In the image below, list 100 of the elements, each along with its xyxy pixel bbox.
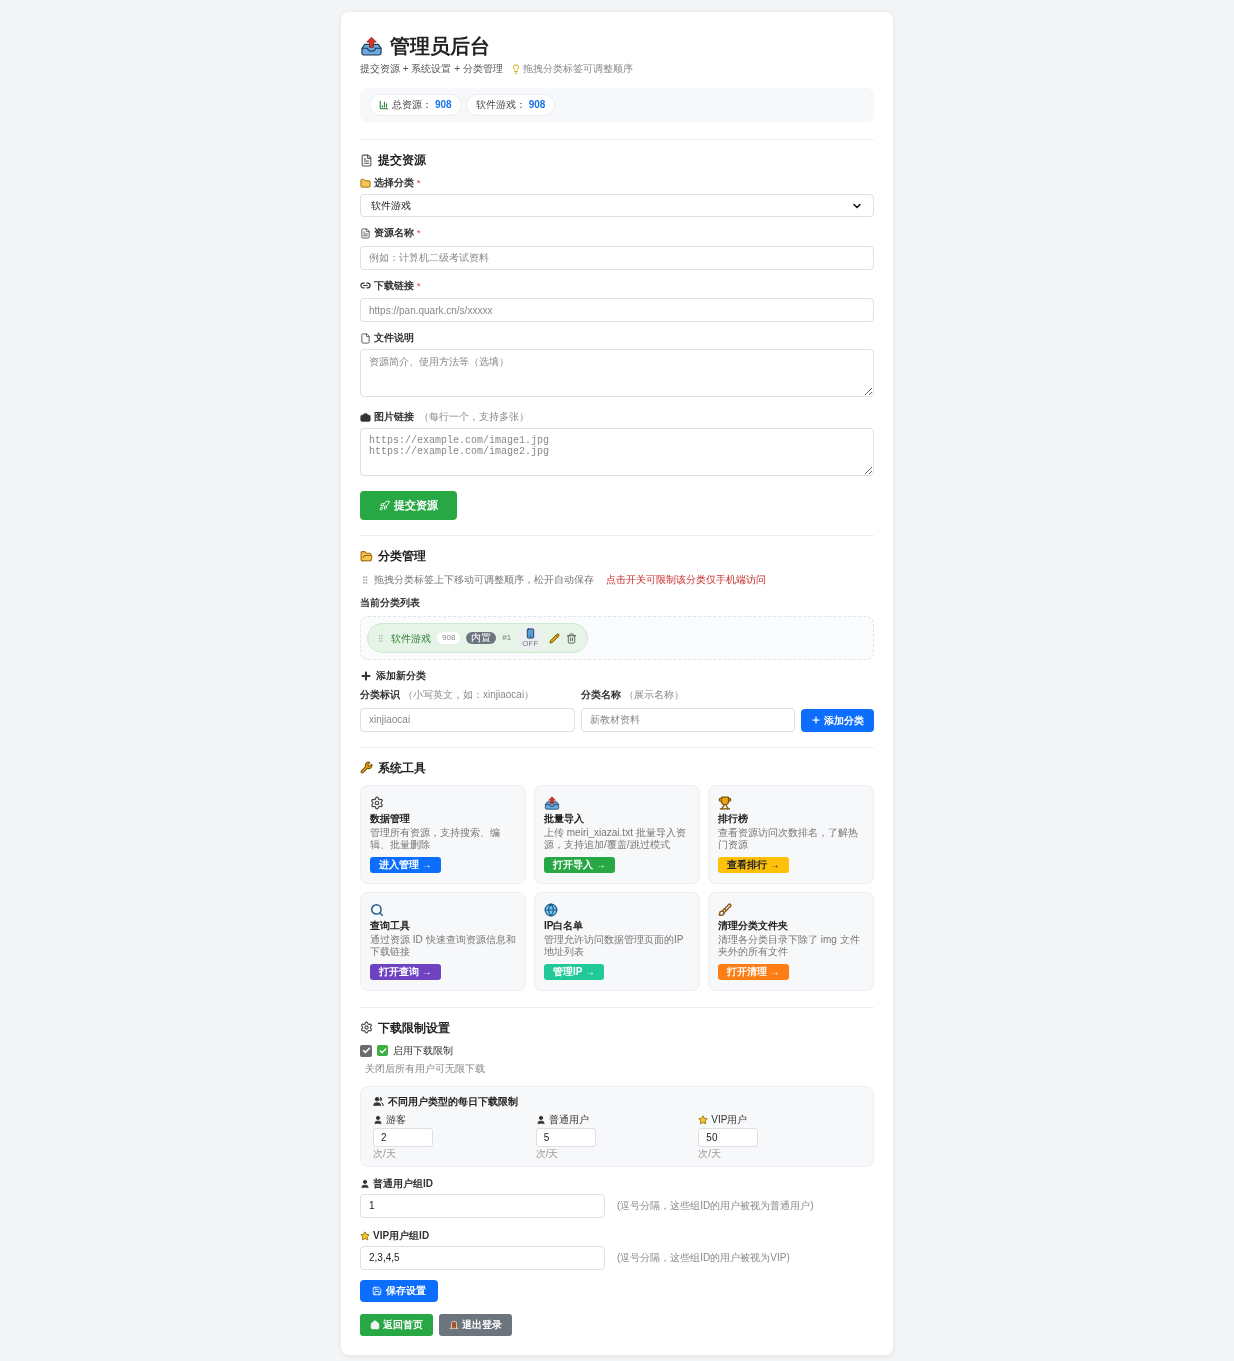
tool-button[interactable]: 打开导入 →: [544, 856, 615, 873]
field-label: 文件说明: [374, 332, 414, 344]
resource-name-field[interactable]: 例如：计算机二级考试资料: [360, 245, 874, 270]
gear-icon: [370, 795, 384, 810]
document-icon: [360, 227, 371, 239]
folder-icon: [360, 549, 373, 563]
checkbox-label: 启用下载限制: [393, 1044, 453, 1057]
drag-hint: 拖拽分类标签上下移动可调整顺序，松开自动保存: [374, 574, 594, 586]
category-select[interactable]: 软件游戏: [360, 194, 874, 217]
document-icon: [360, 153, 373, 167]
category-key-field[interactable]: xinjiaocai: [360, 707, 575, 732]
tool-description: 通过资源 ID 快速查询资源信息和下载链接: [370, 933, 516, 958]
enable-checkbox[interactable]: [360, 1044, 372, 1057]
user-icon: [535, 1114, 546, 1125]
tool-button[interactable]: 打开清理 →: [718, 963, 789, 980]
list-title: 当前分类列表: [360, 597, 421, 609]
field-note: (逗号分隔，这些组ID的用户被视为VIP): [617, 1251, 790, 1264]
required-mark: *: [417, 177, 421, 189]
upload-tray-icon: [360, 35, 383, 57]
tip-text: 拖拽分类标签可调整顺序: [522, 63, 633, 75]
trash-icon: [566, 632, 578, 644]
image-links-field[interactable]: https://example.com/image1.jpg https://example.com/image2.jpg: [360, 428, 874, 476]
user-icon: [360, 1178, 370, 1189]
tool-description: 管理允许访问数据管理页面的IP地址列表: [544, 933, 685, 958]
category-tag[interactable]: 软件游戏 908 内置 #1 OFF: [367, 623, 589, 653]
limit-field[interactable]: 2: [373, 1127, 433, 1147]
field-label: 普通用户组ID: [373, 1177, 433, 1190]
limit-label: 普通用户: [548, 1113, 589, 1126]
category-name: 软件游戏: [391, 631, 431, 646]
stat-label: 软件游戏：: [475, 99, 526, 111]
subsection-title: 添加新分类: [376, 670, 426, 682]
field-label: 下载链接: [374, 279, 414, 292]
star-icon: [698, 1114, 709, 1125]
field-label: 分类名称: [580, 689, 621, 701]
group-id-field[interactable]: 2,3,4,5: [360, 1245, 605, 1270]
enable-note: 关闭后所有用户可无限下载: [364, 1062, 486, 1075]
count-badge: 908: [437, 632, 461, 644]
tool-description: 上传 meiri_xiazai.txt 批量导入资源，支持追加/覆盖/跳过模式: [544, 826, 687, 851]
add-category-button[interactable]: 添加分类: [801, 708, 874, 732]
tool-title: 数据管理: [370, 811, 411, 825]
folder-icon: [360, 177, 371, 189]
order-number: #1: [502, 632, 512, 644]
section-title: 系统工具: [378, 759, 426, 776]
field-label: 资源名称: [374, 227, 414, 239]
tool-button[interactable]: 打开查询 →: [370, 963, 441, 980]
search-icon: [370, 902, 384, 917]
section-title: 下载限制设置: [378, 1019, 450, 1036]
stat-value: 908: [435, 99, 452, 111]
category-name-field[interactable]: 新教材资料: [580, 707, 795, 732]
limit-label: VIP用户: [711, 1113, 748, 1126]
delete-button[interactable]: [566, 632, 578, 644]
group-id-field[interactable]: 1: [360, 1193, 605, 1218]
tool-button[interactable]: 查看排行 →: [718, 856, 789, 873]
breadcrumb-text: 提交资源 + 系统设置 + 分类管理: [360, 63, 503, 75]
door-icon: [449, 1319, 459, 1330]
download-link-field[interactable]: https://pan.quark.cn/s/xxxxx: [360, 298, 874, 322]
mobile-only-switch[interactable]: OFF: [517, 625, 544, 651]
limit-field[interactable]: 5: [535, 1127, 596, 1147]
edit-button[interactable]: [549, 632, 561, 644]
save-button[interactable]: 保存设置: [360, 1279, 438, 1302]
warning-text: 点击开关可限制该分类仅手机端访问: [606, 574, 766, 586]
unit-text: 次/天: [373, 1147, 396, 1160]
star-icon: [360, 1230, 370, 1241]
plus-icon: [811, 715, 821, 725]
phone-icon: [524, 628, 536, 639]
field-label: 图片链接: [374, 411, 414, 423]
field-label: 选择分类: [374, 177, 414, 189]
tool-description: 清理各分类目录下除了 img 文件夹外的所有文件: [718, 933, 861, 958]
tool-button[interactable]: 进入管理 →: [370, 856, 441, 873]
section-title: 分类管理: [378, 548, 426, 564]
field-label: 分类标识: [360, 689, 400, 701]
page-title: 管理员后台: [390, 34, 490, 59]
grip-icon: [360, 575, 370, 585]
document-icon: [360, 332, 371, 344]
home-button[interactable]: 返回首页: [360, 1313, 433, 1336]
upload-tray-icon: [544, 795, 560, 810]
tool-title: IP白名单: [544, 918, 585, 932]
field-label: VIP用户组ID: [373, 1229, 430, 1242]
description-field[interactable]: 资源简介、使用方法等（选填）: [360, 349, 874, 397]
limit-field[interactable]: 50: [698, 1127, 759, 1147]
gear-icon: [360, 1021, 373, 1034]
rocket-icon: [379, 500, 390, 511]
tool-title: 清理分类文件夹: [718, 918, 789, 932]
unit-text: 次/天: [698, 1147, 722, 1160]
grip-icon: [376, 633, 385, 643]
lightbulb-icon: [510, 64, 521, 74]
tool-description: 管理所有资源，支持搜索、编辑、批量删除: [370, 826, 501, 851]
camera-icon: [360, 411, 371, 423]
brush-icon: [718, 902, 732, 917]
link-icon: [360, 280, 371, 291]
required-mark: *: [417, 279, 421, 292]
limit-label: 游客: [386, 1113, 406, 1126]
submit-button[interactable]: 提交资源: [360, 491, 457, 520]
users-icon: [373, 1096, 384, 1107]
home-icon: [370, 1319, 380, 1330]
tool-title: 查询工具: [370, 918, 411, 932]
logout-button[interactable]: 退出登录: [439, 1313, 512, 1336]
stat-value: 908: [528, 99, 546, 111]
required-mark: *: [417, 227, 421, 239]
field-hint: （展示名称）: [623, 689, 684, 701]
